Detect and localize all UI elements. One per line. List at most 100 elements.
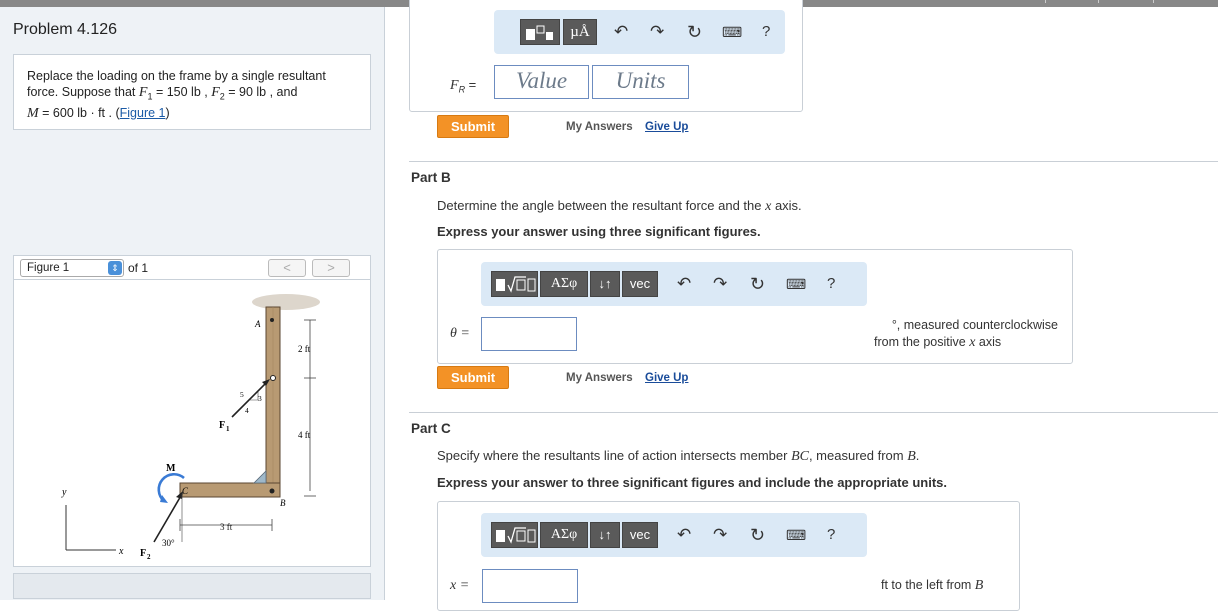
vec-button[interactable]: vec <box>622 522 658 548</box>
top-bar-divider <box>1045 0 1046 3</box>
point-b-label: B <box>280 498 286 508</box>
part-c-title: Part C <box>411 421 451 436</box>
theta-unit-line2: from the positive x axis <box>874 335 1009 351</box>
top-bar-divider <box>1098 0 1099 3</box>
pin <box>270 375 276 381</box>
slope-5: 5 <box>240 390 244 399</box>
template-button[interactable] <box>520 19 560 45</box>
part-b-give-up-link[interactable]: Give Up <box>645 372 688 384</box>
divider <box>409 161 1218 162</box>
keyboard-icon[interactable]: ⌨ <box>722 20 742 44</box>
close-paren: ) <box>165 105 170 120</box>
template-button[interactable] <box>491 522 538 548</box>
figure-select[interactable]: Figure 1 ⇕ <box>20 259 124 277</box>
redo-icon[interactable]: ↷ <box>713 272 727 296</box>
part-a-my-answers-link[interactable]: My Answers <box>566 121 633 133</box>
pin <box>269 488 275 494</box>
f2-symbol: F <box>211 85 220 100</box>
part-b-answer-box: ΑΣφ ↓↑ vec ↶ ↷ ↻ ⌨ ? θ = °, measured cou… <box>437 249 1073 364</box>
undo-icon[interactable]: ↶ <box>614 20 628 44</box>
slope-4: 4 <box>245 406 249 415</box>
prev-figure-button[interactable]: < <box>268 259 306 277</box>
swap-button[interactable]: ↓↑ <box>590 522 620 548</box>
undo-icon[interactable]: ↶ <box>677 523 691 547</box>
value-input[interactable]: Value <box>494 65 589 99</box>
keyboard-icon[interactable]: ⌨ <box>786 523 806 547</box>
statement-text: force. Suppose that <box>27 85 139 99</box>
part-a-submit-button[interactable]: Submit <box>437 115 509 138</box>
part-a-toolbar: µÅ ↶ ↷ ↻ ⌨ ? <box>494 10 785 54</box>
next-figure-button[interactable]: > <box>312 259 350 277</box>
f2-value: = 90 lb , and <box>224 85 298 99</box>
fr-equals: = <box>465 77 477 92</box>
slope-3: 3 <box>258 394 262 403</box>
part-b-submit-button[interactable]: Submit <box>437 366 509 389</box>
x-label: x = <box>450 578 470 593</box>
statement-line: M = 600 lb · ft . (Figure 1) <box>27 105 357 122</box>
answer-panel: µÅ ↶ ↷ ↻ ⌨ ? FR = Value Units Submit My … <box>385 0 1218 611</box>
part-b-question: Determine the angle between the resultan… <box>437 198 802 215</box>
part-a-give-up-link[interactable]: Give Up <box>645 121 688 133</box>
f1-label: F <box>219 420 225 431</box>
b-symbol: B <box>907 449 916 464</box>
x-axis-label: x <box>118 546 124 557</box>
figure-footer <box>13 573 371 599</box>
keyboard-icon[interactable]: ⌨ <box>786 272 806 296</box>
units-input[interactable]: Units <box>592 65 689 99</box>
pin <box>270 318 274 322</box>
redo-icon[interactable]: ↷ <box>650 20 664 44</box>
theta-input[interactable] <box>481 317 577 351</box>
reset-icon[interactable]: ↻ <box>750 523 765 547</box>
figure-toolbar: Figure 1 ⇕ of 1 < > <box>13 255 371 279</box>
template-radical-icon <box>495 527 535 544</box>
gusset-plate <box>253 470 267 484</box>
greek-button[interactable]: ΑΣφ <box>540 522 588 548</box>
fr-label: FR = <box>450 77 476 95</box>
dim-2ft: 2 ft <box>298 344 311 354</box>
m-value: = 600 lb · ft . ( <box>38 105 120 120</box>
template-radical-icon <box>495 276 535 293</box>
part-b-toolbar: ΑΣφ ↓↑ vec ↶ ↷ ↻ ⌨ ? <box>481 262 867 306</box>
problem-title: Problem 4.126 <box>13 21 118 38</box>
f2-label: F <box>140 548 146 559</box>
figure-link[interactable]: Figure 1 <box>120 106 166 120</box>
unit-text: ft to the left from <box>881 578 975 592</box>
template-button[interactable] <box>491 271 538 297</box>
reset-icon[interactable]: ↻ <box>687 20 702 44</box>
select-arrows-icon: ⇕ <box>108 261 122 275</box>
unit-text-end: axis <box>975 335 1002 349</box>
x-unit-text: ft to the left from B <box>881 578 983 594</box>
part-b-title: Part B <box>411 170 451 185</box>
ceiling-support <box>252 294 320 310</box>
figure-canvas: 2 ft 4 ft 3 ft A B C 5 3 4 F 1 30° F 2 M… <box>13 279 371 567</box>
part-a-answer-box: µÅ ↶ ↷ ↻ ⌨ ? FR = Value Units <box>409 0 803 112</box>
help-icon[interactable]: ? <box>827 523 835 547</box>
units-button[interactable]: µÅ <box>563 19 597 45</box>
f1-label-sub: 1 <box>226 425 230 433</box>
reset-icon[interactable]: ↻ <box>750 272 765 296</box>
x-input[interactable] <box>482 569 578 603</box>
swap-button[interactable]: ↓↑ <box>590 271 620 297</box>
part-c-question-text: Specify where the resultants line of act… <box>437 448 792 463</box>
vec-button[interactable]: vec <box>622 271 658 297</box>
help-icon[interactable]: ? <box>762 20 770 44</box>
part-c-toolbar: ΑΣφ ↓↑ vec ↶ ↷ ↻ ⌨ ? <box>481 513 867 557</box>
part-c-instruction: Express your answer to three significant… <box>437 475 947 490</box>
statement-line: force. Suppose that F1 = 150 lb , F2 = 9… <box>27 84 357 105</box>
unit-text: from the positive <box>874 335 970 349</box>
theta-unit-line1: °, measured counterclockwise <box>891 318 1058 332</box>
part-c-answer-box: ΑΣφ ↓↑ vec ↶ ↷ ↻ ⌨ ? x = ft to the left … <box>437 501 1020 611</box>
dim-4ft: 4 ft <box>298 430 311 440</box>
part-b-my-answers-link[interactable]: My Answers <box>566 372 633 384</box>
moment-label: M <box>166 463 176 474</box>
top-bar-divider <box>1153 0 1154 3</box>
undo-icon[interactable]: ↶ <box>677 272 691 296</box>
part-b-question-text: Determine the angle between the resultan… <box>437 198 766 213</box>
b-symbol: B <box>974 578 984 593</box>
m-symbol: M <box>27 105 39 121</box>
greek-button[interactable]: ΑΣφ <box>540 271 588 297</box>
help-icon[interactable]: ? <box>827 272 835 296</box>
redo-icon[interactable]: ↷ <box>713 523 727 547</box>
part-c-question-end: . <box>915 448 920 463</box>
dim-3ft: 3 ft <box>220 522 233 532</box>
